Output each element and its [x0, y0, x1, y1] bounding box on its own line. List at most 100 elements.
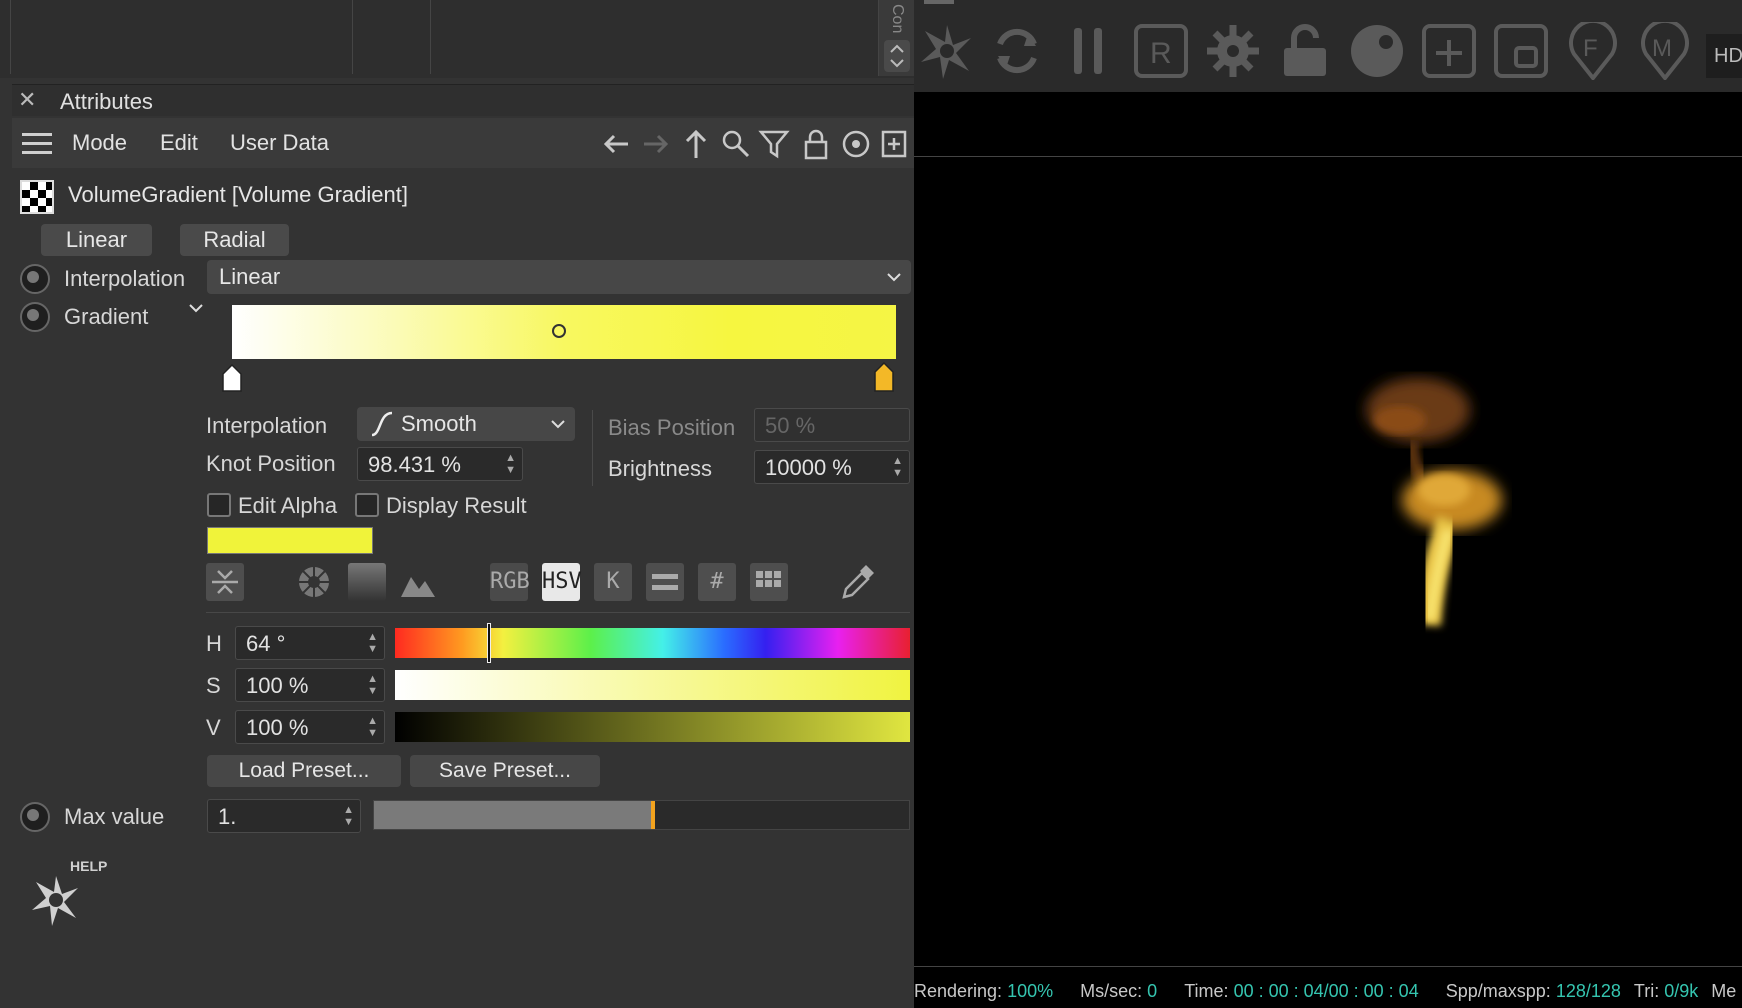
scroll-arrows[interactable] — [884, 40, 910, 72]
stepper-icon[interactable]: ▲ ▼ — [505, 452, 516, 476]
saturation-input[interactable]: 100 % ▲ ▼ — [235, 668, 385, 702]
tab-radial[interactable]: Radial — [180, 224, 289, 256]
hex-mode-button[interactable]: # — [698, 563, 736, 601]
up-arrow-icon[interactable] — [680, 128, 712, 160]
toolbar-tab[interactable] — [924, 0, 954, 4]
save-preset-button[interactable]: Save Preset... — [410, 755, 600, 787]
tab-linear[interactable]: Linear — [41, 224, 152, 256]
knot-interpolation-label: Interpolation — [206, 413, 328, 438]
divider — [206, 612, 910, 613]
hue-slider-handle[interactable] — [487, 623, 491, 663]
viewport-border — [914, 156, 1742, 157]
spectrum-icon[interactable] — [348, 563, 386, 601]
ms-label: Ms/sec: — [1080, 981, 1143, 1001]
compact-toggle-icon[interactable] — [206, 563, 244, 601]
stepper-icon[interactable]: ▲ ▼ — [367, 631, 378, 655]
filter-icon[interactable] — [758, 128, 790, 160]
rgb-mode-button[interactable]: RGB — [490, 563, 530, 601]
hue-value: 64 ° — [246, 631, 286, 656]
load-preset-button[interactable]: Load Preset... — [207, 755, 401, 787]
ms-value: 0 — [1147, 981, 1158, 1001]
stepper-icon[interactable]: ▲ ▼ — [343, 804, 354, 828]
spp-value: 128/128 — [1555, 981, 1621, 1001]
stepper-icon[interactable]: ▲ ▼ — [892, 455, 903, 479]
svg-text:F: F — [1583, 35, 1598, 62]
kelvin-mode-button[interactable]: K — [594, 563, 632, 601]
target-icon[interactable] — [840, 128, 872, 160]
color-swatch[interactable] — [207, 527, 373, 554]
object-title: VolumeGradient [Volume Gradient] — [68, 182, 408, 207]
saturation-value: 100 % — [246, 673, 309, 698]
gradient-bias-handle[interactable] — [552, 324, 566, 338]
edit-alpha-checkbox[interactable] — [207, 493, 231, 517]
knot-position-input[interactable]: 98.431 % ▲ ▼ — [357, 447, 523, 481]
max-value-input[interactable]: 1. ▲ ▼ — [207, 799, 361, 833]
hd-toggle[interactable]: HD — [1706, 34, 1742, 78]
max-value-slider[interactable] — [373, 800, 910, 830]
value-input[interactable]: 100 % ▲ ▼ — [235, 710, 385, 744]
unlock-icon[interactable] — [1276, 22, 1334, 80]
menu-edit[interactable]: Edit — [160, 130, 198, 156]
gradient-animate-toggle[interactable] — [20, 302, 50, 332]
display-result-checkbox[interactable] — [355, 493, 379, 517]
octane-logo-icon[interactable] — [918, 22, 976, 80]
film-region-icon[interactable] — [1492, 22, 1550, 80]
interpolation-animate-toggle[interactable] — [20, 264, 50, 294]
brightness-input[interactable]: 10000 % ▲ ▼ — [754, 450, 910, 484]
side-tab-label[interactable]: Con — [888, 4, 906, 33]
time-label: Time: — [1184, 981, 1229, 1001]
brightness-label: Brightness — [608, 456, 712, 481]
side-scroll-strip[interactable]: Con — [878, 0, 914, 76]
bias-position-label: Bias Position — [608, 415, 736, 440]
knot-interpolation-dropdown[interactable]: Smooth — [357, 407, 575, 441]
max-value-value: 1. — [218, 804, 237, 829]
pause-icon[interactable] — [1060, 22, 1118, 80]
gradient-knot-yellow-selected[interactable] — [874, 361, 894, 392]
add-region-icon[interactable] — [1420, 22, 1478, 80]
color-wheel-icon[interactable] — [295, 563, 333, 601]
help-button[interactable]: HELP — [28, 858, 108, 928]
menu-user-data[interactable]: User Data — [230, 130, 329, 156]
hue-input[interactable]: 64 ° ▲ ▼ — [235, 626, 385, 660]
max-value-slider-handle[interactable] — [651, 801, 655, 829]
picture-icon[interactable] — [399, 563, 437, 601]
gradient-knot-white[interactable] — [222, 363, 242, 392]
bias-position-input[interactable]: 50 % — [754, 408, 910, 442]
new-panel-icon[interactable] — [880, 128, 908, 160]
search-icon[interactable] — [720, 128, 752, 160]
stepper-icon[interactable]: ▲ ▼ — [367, 715, 378, 739]
material-pick-icon[interactable]: M — [1636, 18, 1694, 82]
hue-slider[interactable] — [395, 628, 910, 658]
lock-icon[interactable] — [800, 128, 832, 160]
restart-icon[interactable] — [988, 22, 1046, 80]
saturation-slider[interactable] — [395, 670, 910, 700]
focus-pick-icon[interactable]: F — [1564, 18, 1622, 82]
rendering-value: 100% — [1007, 981, 1054, 1001]
close-icon[interactable]: ✕ — [18, 88, 36, 112]
max-value-animate-toggle[interactable] — [20, 802, 50, 832]
saturation-label: S — [206, 673, 221, 698]
back-arrow-icon[interactable] — [600, 128, 632, 160]
swatches-grid-icon[interactable] — [750, 563, 788, 601]
gradient-expand-chevron-icon[interactable] — [186, 298, 206, 323]
settings-gear-icon[interactable] — [1204, 22, 1262, 80]
forward-arrow-icon[interactable] — [640, 128, 672, 160]
octane-logo-icon — [32, 876, 78, 926]
hamburger-menu-icon[interactable] — [22, 133, 52, 155]
hsv-mode-button[interactable]: HSV — [542, 563, 582, 601]
tri-value: 0/9k — [1664, 981, 1699, 1001]
interpolation-dropdown[interactable]: Linear — [207, 260, 911, 294]
material-sphere-icon[interactable] — [1348, 22, 1406, 80]
mixer-icon[interactable] — [646, 563, 684, 601]
status-border — [914, 966, 1742, 967]
region-render-icon[interactable]: R — [1132, 22, 1190, 80]
max-value-label: Max value — [64, 804, 165, 829]
render-viewport[interactable] — [914, 0, 1742, 1008]
brightness-value-slider[interactable] — [395, 712, 910, 742]
menu-mode[interactable]: Mode — [72, 130, 127, 156]
svg-text:R: R — [1150, 37, 1172, 70]
edit-alpha-label: Edit Alpha — [238, 493, 338, 518]
value-value: 100 % — [246, 715, 309, 740]
stepper-icon[interactable]: ▲ ▼ — [367, 673, 378, 697]
eyedropper-icon[interactable] — [838, 563, 876, 601]
